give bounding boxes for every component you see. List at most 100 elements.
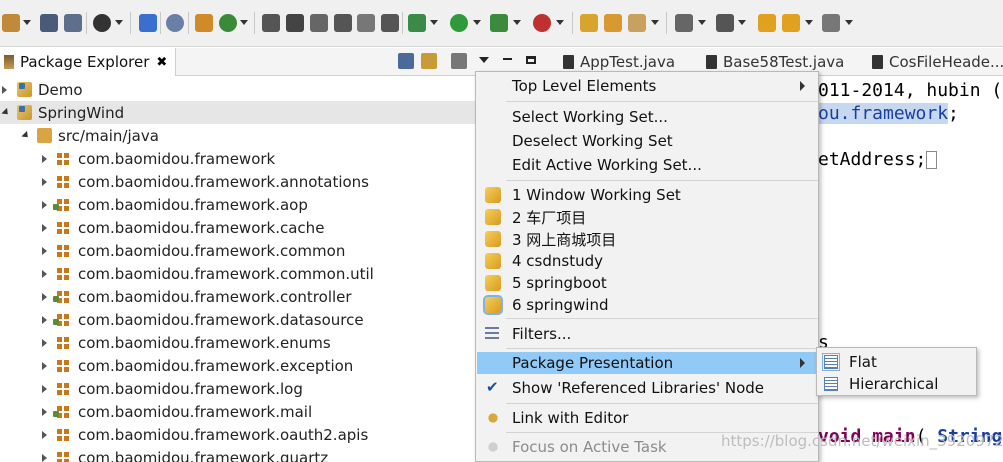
tree-row-package[interactable]: com.baomidou.framework.controller	[0, 285, 556, 308]
forward-dropdown-icon[interactable]	[845, 20, 853, 25]
minimize-icon[interactable]	[503, 58, 512, 60]
tree-row-package[interactable]: com.baomidou.framework.common.util	[0, 262, 556, 285]
tree-row-package[interactable]: com.baomidou.framework.quartz	[0, 446, 556, 462]
submenu-item-hierarchical[interactable]: Hierarchical	[818, 373, 975, 395]
tree-row-package[interactable]: com.baomidou.framework.common	[0, 239, 556, 262]
link-editor-icon[interactable]	[421, 53, 437, 69]
coverage-icon[interactable]	[533, 14, 551, 32]
collapse-arrow-icon[interactable]	[42, 155, 47, 163]
tree-row-package[interactable]: com.baomidou.framework.log	[0, 377, 556, 400]
collapse-arrow-icon[interactable]	[2, 86, 7, 94]
new-icon[interactable]	[2, 14, 20, 32]
run-external-icon[interactable]	[490, 14, 508, 32]
flag-icon[interactable]	[310, 14, 328, 32]
user-dropdown-icon[interactable]	[115, 20, 123, 25]
annotation-dropdown-icon[interactable]	[698, 20, 706, 25]
run-dropdown-icon[interactable]	[473, 20, 481, 25]
next-annotation-dropdown-icon[interactable]	[738, 20, 746, 25]
tree-row-package[interactable]: com.baomidou.framework.annotations	[0, 170, 556, 193]
editor-tab-cosfileheader[interactable]: CosFileHeade...	[872, 48, 1003, 76]
run-external-dropdown-icon[interactable]	[513, 20, 521, 25]
menu-item-deselect-working-set[interactable]: Deselect Working Set	[477, 130, 817, 152]
collapse-arrow-icon[interactable]	[42, 454, 47, 462]
tree-row-package[interactable]: com.baomidou.framework.mail	[0, 400, 556, 423]
menu-item-select-working-set[interactable]: Select Working Set...	[477, 106, 817, 128]
collapse-arrow-icon[interactable]	[42, 247, 47, 255]
refresh-dropdown-icon[interactable]	[240, 20, 248, 25]
tree-row-project[interactable]: Demo	[0, 78, 556, 101]
open-type-icon[interactable]	[580, 14, 598, 32]
collapse-arrow-icon[interactable]	[42, 293, 47, 301]
brush-icon[interactable]	[628, 14, 646, 32]
collapse-arrow-icon[interactable]	[42, 339, 47, 347]
forward-icon[interactable]	[822, 14, 840, 32]
close-icon[interactable]: ✖	[156, 55, 167, 70]
expand-arrow-icon[interactable]	[1, 107, 11, 118]
menu-item-working-set-1[interactable]: 1 Window Working Set	[477, 184, 817, 206]
coverage-dropdown-icon[interactable]	[556, 20, 564, 25]
package-icon	[57, 452, 69, 462]
collapse-arrow-icon[interactable]	[42, 270, 47, 278]
run-icon[interactable]	[450, 14, 468, 32]
expand-arrow-icon[interactable]	[21, 130, 31, 141]
pen-icon[interactable]	[286, 14, 304, 32]
menu-item-working-set-5[interactable]: 5 springboot	[477, 272, 817, 294]
build-icon[interactable]	[195, 14, 213, 32]
menu-item-working-set-3[interactable]: 3 网上商城项目	[477, 228, 817, 250]
menu-item-working-set-6[interactable]: 6 springwind	[477, 294, 817, 316]
collapse-arrow-icon[interactable]	[42, 201, 47, 209]
focus-task-icon[interactable]	[451, 53, 467, 69]
tree-row-package[interactable]: com.baomidou.framework.enums	[0, 331, 556, 354]
last-edit-icon[interactable]	[758, 14, 776, 32]
submenu-item-flat[interactable]: Flat	[818, 351, 975, 373]
user-icon[interactable]	[93, 14, 111, 32]
menu-item-show-referenced-libraries[interactable]: ✔ Show 'Referenced Libraries' Node	[477, 377, 817, 399]
menu-item-package-presentation[interactable]: Package Presentation	[477, 352, 817, 374]
menu-item-working-set-2[interactable]: 2 车厂项目	[477, 206, 817, 228]
tree-row-project[interactable]: SpringWind	[0, 101, 556, 124]
menu-item-edit-working-set[interactable]: Edit Active Working Set...	[477, 154, 817, 176]
back-dropdown-icon[interactable]	[805, 20, 813, 25]
debug-icon[interactable]	[408, 14, 426, 32]
tree-row-package[interactable]: com.baomidou.framework.datasource	[0, 308, 556, 331]
tree-row-package[interactable]: com.baomidou.framework	[0, 147, 556, 170]
save-icon[interactable]	[40, 14, 58, 32]
save-all-icon[interactable]	[64, 14, 82, 32]
tree-row-source-folder[interactable]: src/main/java	[0, 124, 556, 147]
maximize-icon[interactable]	[526, 56, 536, 64]
collapse-all-icon[interactable]	[398, 53, 414, 69]
view-menu-icon[interactable]	[479, 57, 489, 63]
menu-item-filters[interactable]: Filters...	[477, 323, 817, 345]
tree-row-package[interactable]: com.baomidou.framework.exception	[0, 354, 556, 377]
new-dropdown-icon[interactable]	[23, 20, 31, 25]
terminal-icon[interactable]	[139, 14, 157, 32]
refresh-icon[interactable]	[219, 14, 237, 32]
menu-item-top-level-elements[interactable]: Top Level Elements	[477, 75, 817, 97]
skip-breakpoints-icon[interactable]	[166, 14, 184, 32]
tree-row-package[interactable]: com.baomidou.framework.oauth2.apis	[0, 423, 556, 446]
open-task-icon[interactable]	[604, 14, 622, 32]
next-annotation-icon[interactable]	[716, 14, 734, 32]
brush-dropdown-icon[interactable]	[651, 20, 659, 25]
collapse-arrow-icon[interactable]	[42, 431, 47, 439]
collapse-arrow-icon[interactable]	[42, 362, 47, 370]
collapse-arrow-icon[interactable]	[42, 316, 47, 324]
back-icon[interactable]	[782, 14, 800, 32]
diff-icon[interactable]	[334, 14, 352, 32]
tree-row-package[interactable]: com.baomidou.framework.aop	[0, 193, 556, 216]
tree-row-package[interactable]: com.baomidou.framework.cache	[0, 216, 556, 239]
collapse-arrow-icon[interactable]	[42, 178, 47, 186]
outline-icon[interactable]	[381, 14, 399, 32]
collapse-arrow-icon[interactable]	[42, 408, 47, 416]
tree-row-label: src/main/java	[58, 126, 159, 145]
collapse-arrow-icon[interactable]	[42, 385, 47, 393]
annotation-icon[interactable]	[675, 14, 693, 32]
doc-icon[interactable]	[357, 14, 375, 32]
collapse-arrow-icon[interactable]	[42, 224, 47, 232]
menu-item-link-with-editor[interactable]: Link with Editor	[477, 407, 817, 429]
menu-item-working-set-4[interactable]: 4 csdnstudy	[477, 250, 817, 272]
package-presentation-submenu: Flat Hierarchical	[816, 347, 977, 396]
package-explorer-tab[interactable]: Package Explorer ✖	[0, 48, 177, 76]
comment-icon[interactable]	[262, 14, 280, 32]
debug-dropdown-icon[interactable]	[430, 20, 438, 25]
